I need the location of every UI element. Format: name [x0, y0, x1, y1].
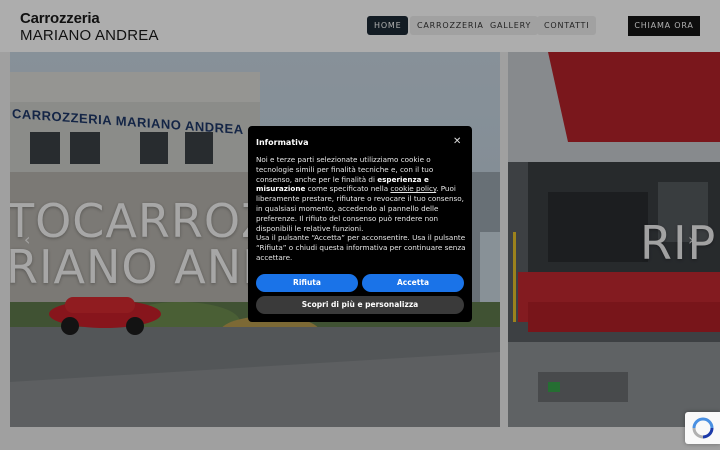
cookie-policy-link[interactable]: cookie policy	[390, 184, 436, 193]
dialog-body: Noi e terze parti selezionate utilizziam…	[256, 155, 466, 263]
accept-button[interactable]: Accetta	[362, 274, 464, 292]
cookie-consent-dialog: Informativa ✕ Noi e terze parti selezion…	[248, 126, 472, 322]
recaptcha-icon	[692, 417, 714, 439]
dialog-title: Informativa	[256, 138, 309, 147]
recaptcha-badge[interactable]	[685, 412, 720, 444]
customize-button[interactable]: Scopri di più e personalizza	[256, 296, 464, 314]
close-icon[interactable]: ✕	[453, 136, 461, 147]
dialog-text-part4: Usa il pulsante “Accetta” per acconsenti…	[256, 233, 466, 262]
dialog-text-part2: come specificato nella	[305, 184, 391, 194]
reject-button[interactable]: Rifiuta	[256, 274, 358, 292]
